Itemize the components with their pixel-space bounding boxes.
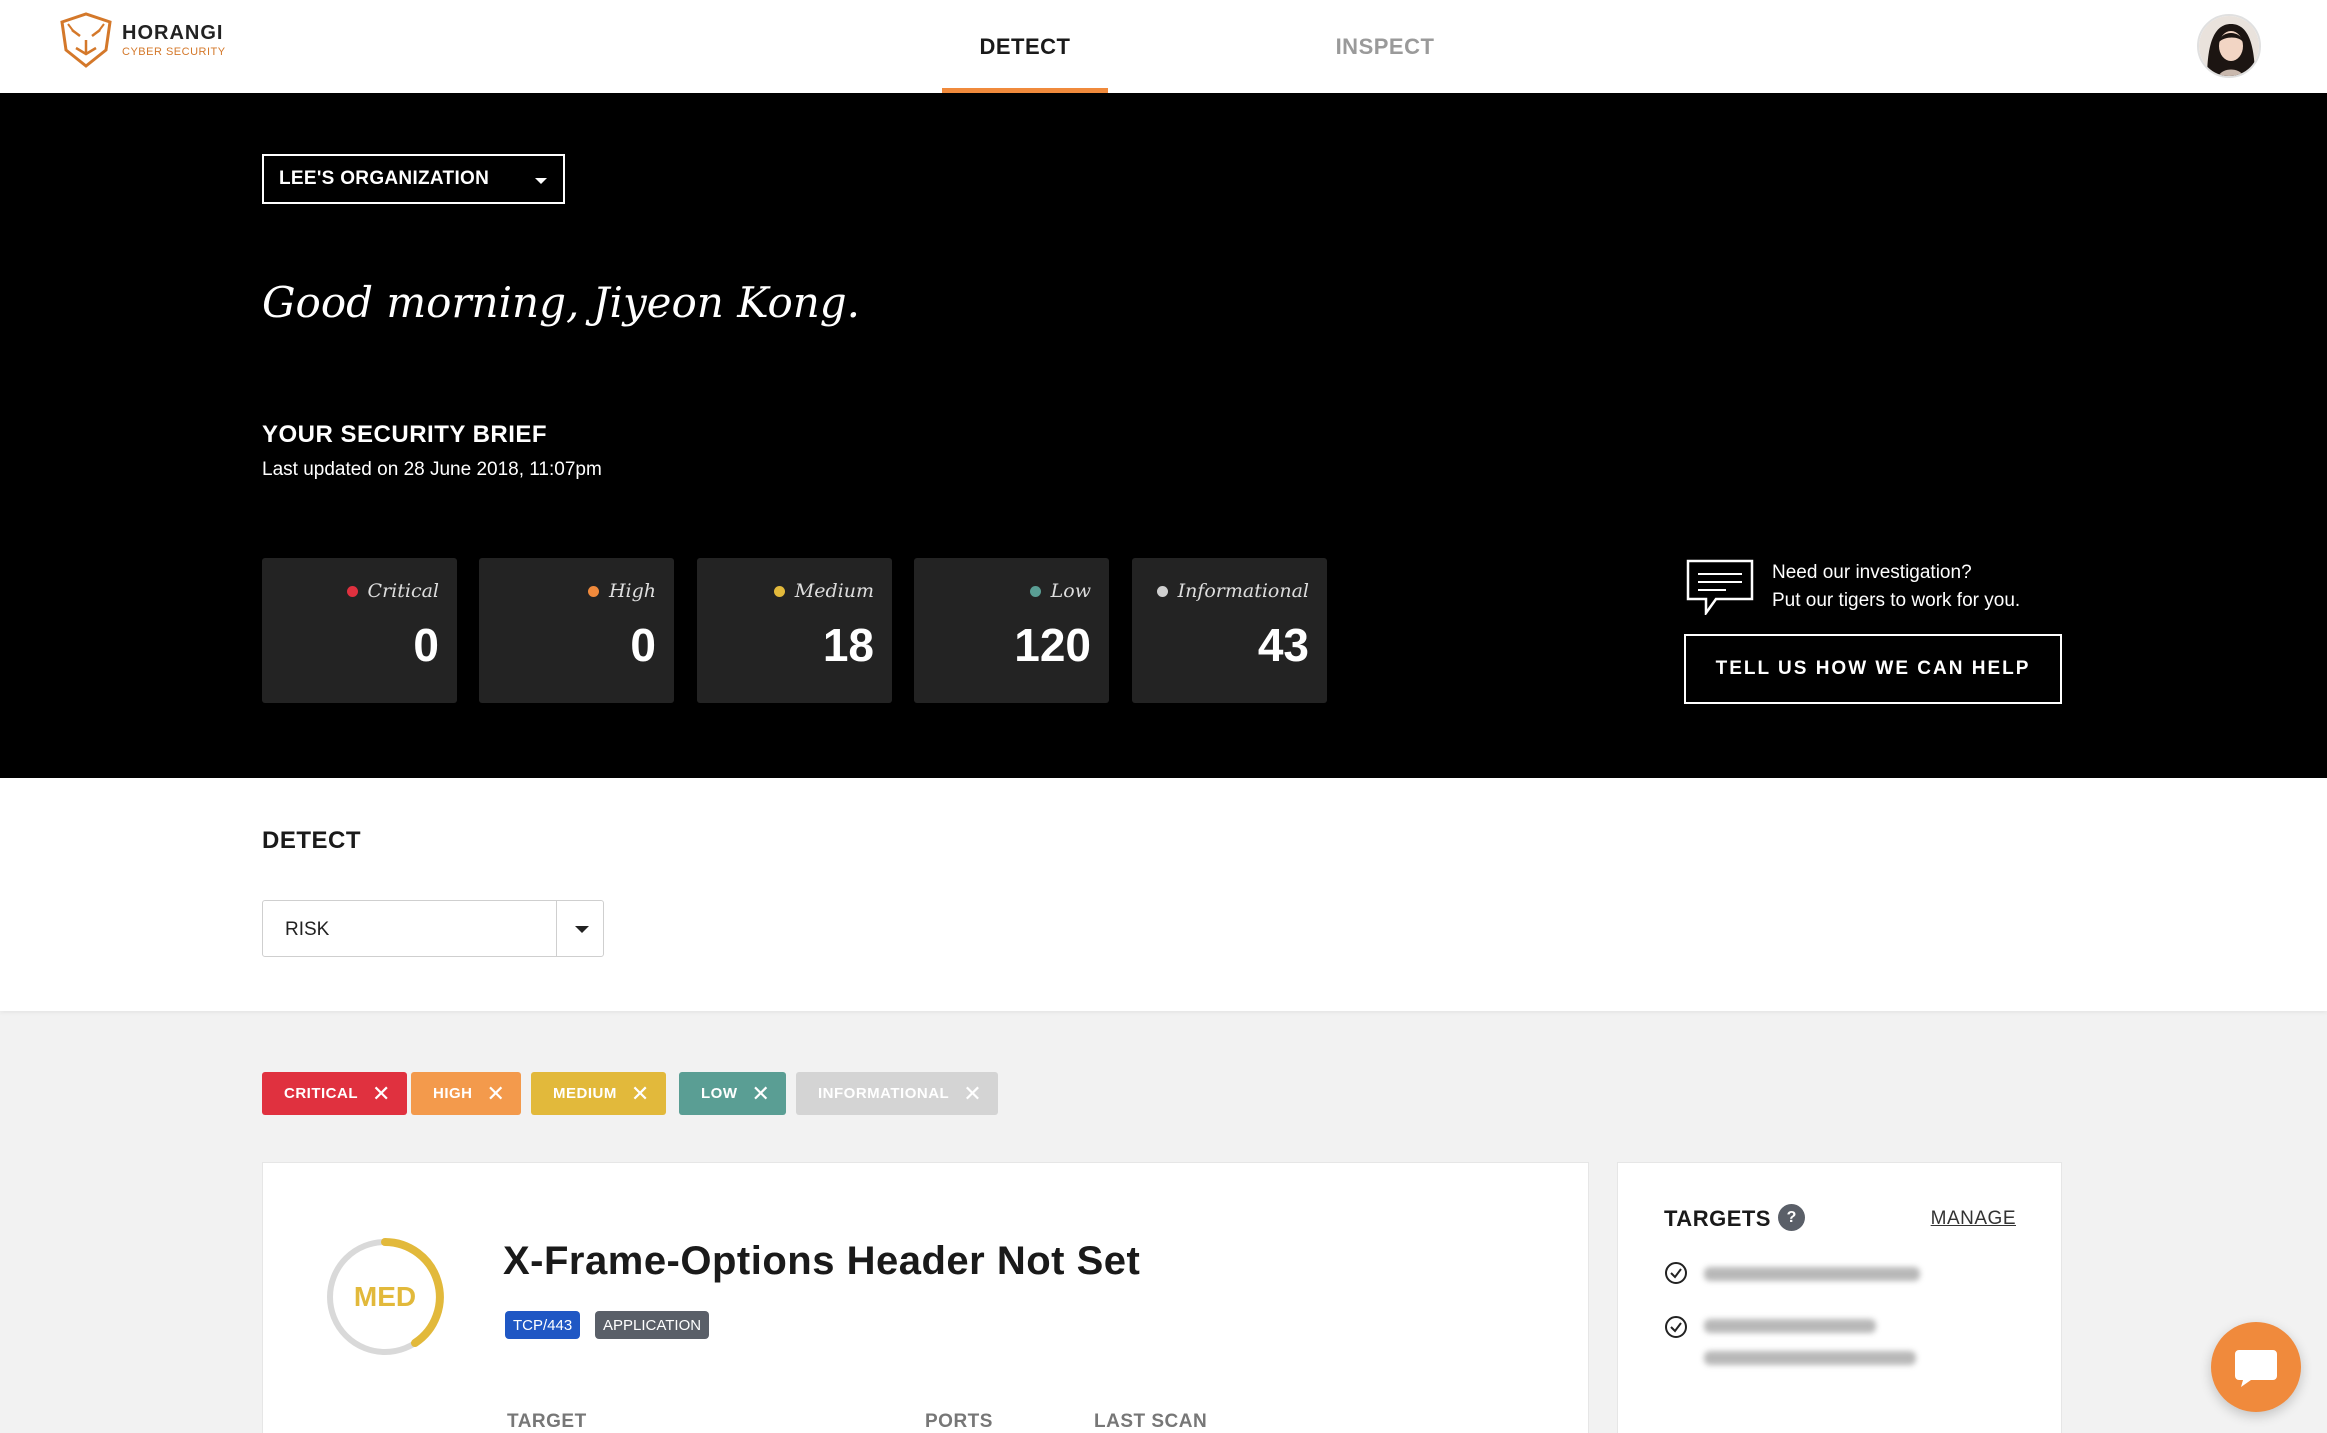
stat-value: 0 bbox=[630, 619, 656, 671]
tiger-logo-icon bbox=[60, 12, 112, 68]
investigation-prompt: Need our investigation? Put our tigers t… bbox=[1772, 559, 2020, 615]
column-header-ports: PORTS bbox=[925, 1411, 993, 1432]
last-updated-text: Last updated on 28 June 2018, 11:07pm bbox=[262, 459, 602, 480]
filter-chip-medium[interactable]: MEDIUM ✕ bbox=[531, 1072, 666, 1115]
finding-title[interactable]: X-Frame-Options Header Not Set bbox=[503, 1239, 1140, 1284]
column-header-last-scan: LAST SCAN bbox=[1094, 1411, 1208, 1432]
top-nav: HORANGI CYBER SECURITY DETECT INSPECT bbox=[0, 0, 2327, 93]
severity-label: MED bbox=[353, 1281, 417, 1312]
chat-bubble-icon bbox=[1686, 559, 1754, 615]
filter-chip-high[interactable]: HIGH ✕ bbox=[411, 1072, 522, 1115]
chat-icon bbox=[2235, 1350, 2277, 1387]
user-avatar[interactable] bbox=[2197, 14, 2261, 78]
severity-dot-icon bbox=[587, 585, 599, 597]
organization-select-value: LEE'S ORGANIZATION bbox=[279, 168, 490, 189]
close-icon[interactable]: ✕ bbox=[487, 1081, 506, 1107]
stat-value: 120 bbox=[1014, 619, 1091, 671]
stat-label: Critical bbox=[367, 580, 439, 602]
filter-chip-low[interactable]: LOW ✕ bbox=[679, 1072, 787, 1115]
organization-select[interactable]: LEE'S ORGANIZATION bbox=[262, 154, 565, 204]
close-icon[interactable]: ✕ bbox=[372, 1081, 391, 1107]
investigation-prompt-line1: Need our investigation? bbox=[1772, 562, 1972, 583]
filter-chip-label: LOW bbox=[701, 1085, 738, 1102]
severity-dot-icon bbox=[773, 585, 785, 597]
stat-value: 0 bbox=[413, 619, 439, 671]
risk-select-value: RISK bbox=[285, 919, 330, 940]
help-icon[interactable]: ? bbox=[1778, 1204, 1805, 1231]
brand-logo[interactable]: HORANGI CYBER SECURITY bbox=[56, 10, 226, 70]
caret-down-icon bbox=[535, 178, 547, 184]
risk-select[interactable]: RISK bbox=[262, 900, 604, 957]
severity-dot-icon bbox=[1156, 585, 1168, 597]
redacted-target-url bbox=[1704, 1319, 1876, 1333]
targets-panel: TARGETS ? MANAGE bbox=[1617, 1162, 2062, 1433]
redacted-target-url bbox=[1704, 1351, 1916, 1365]
greeting-text: Good morning, Jiyeon Kong. bbox=[262, 278, 861, 327]
security-brief-title: YOUR SECURITY BRIEF bbox=[262, 421, 548, 448]
security-brief-hero: LEE'S ORGANIZATION Good morning, Jiyeon … bbox=[0, 93, 2327, 778]
filter-chip-label: MEDIUM bbox=[553, 1085, 617, 1102]
tab-detect[interactable]: DETECT bbox=[942, 0, 1108, 93]
stat-value: 43 bbox=[1257, 619, 1309, 671]
filter-chip-label: HIGH bbox=[433, 1085, 473, 1102]
filter-chip-label: INFORMATIONAL bbox=[818, 1085, 950, 1102]
stat-value: 18 bbox=[822, 619, 874, 671]
detect-section: DETECT RISK bbox=[0, 778, 2327, 1011]
stat-card-critical[interactable]: Critical 0 bbox=[262, 558, 457, 703]
tag-category: APPLICATION bbox=[595, 1311, 710, 1339]
check-circle-icon bbox=[1665, 1262, 1687, 1284]
close-icon[interactable]: ✕ bbox=[631, 1081, 650, 1107]
stat-card-informational[interactable]: Informational 43 bbox=[1132, 558, 1327, 703]
tab-inspect[interactable]: INSPECT bbox=[1310, 0, 1460, 93]
stat-card-low[interactable]: Low 120 bbox=[914, 558, 1109, 703]
stat-label: Informational bbox=[1177, 580, 1309, 602]
avatar-image-icon bbox=[2199, 16, 2259, 76]
detect-section-title: DETECT bbox=[262, 827, 361, 854]
severity-dot-icon bbox=[1029, 585, 1041, 597]
stat-card-high[interactable]: High 0 bbox=[479, 558, 674, 703]
targets-title: TARGETS bbox=[1664, 1206, 1771, 1231]
stat-label: Low bbox=[1050, 580, 1091, 602]
manage-targets-link[interactable]: MANAGE bbox=[1931, 1208, 2016, 1230]
filter-chip-label: CRITICAL bbox=[284, 1085, 358, 1102]
filter-chip-critical[interactable]: CRITICAL ✕ bbox=[262, 1072, 407, 1115]
close-icon[interactable]: ✕ bbox=[963, 1081, 982, 1107]
severity-dot-icon bbox=[346, 585, 358, 597]
brand-name: HORANGI bbox=[122, 22, 224, 44]
stat-label: Medium bbox=[794, 580, 874, 602]
tell-us-how-we-can-help-button[interactable]: TELL US HOW WE CAN HELP bbox=[1684, 634, 2062, 704]
close-icon[interactable]: ✕ bbox=[752, 1081, 771, 1107]
stat-label: High bbox=[608, 580, 656, 602]
caret-down-icon[interactable] bbox=[575, 926, 589, 933]
tag-port: TCP/443 bbox=[505, 1311, 581, 1339]
filter-chip-informational[interactable]: INFORMATIONAL ✕ bbox=[796, 1072, 999, 1115]
check-circle-icon bbox=[1665, 1316, 1687, 1338]
investigation-prompt-line2: Put our tigers to work for you. bbox=[1772, 590, 2021, 611]
brand-subtitle: CYBER SECURITY bbox=[122, 46, 226, 58]
stat-card-medium[interactable]: Medium 18 bbox=[697, 558, 892, 703]
column-header-target: TARGET bbox=[507, 1411, 587, 1432]
select-divider bbox=[556, 901, 557, 956]
chat-widget-button[interactable] bbox=[2211, 1322, 2301, 1412]
redacted-target-url bbox=[1704, 1267, 1920, 1281]
finding-card[interactable]: MED X-Frame-Options Header Not Set TCP/4… bbox=[262, 1162, 1589, 1433]
